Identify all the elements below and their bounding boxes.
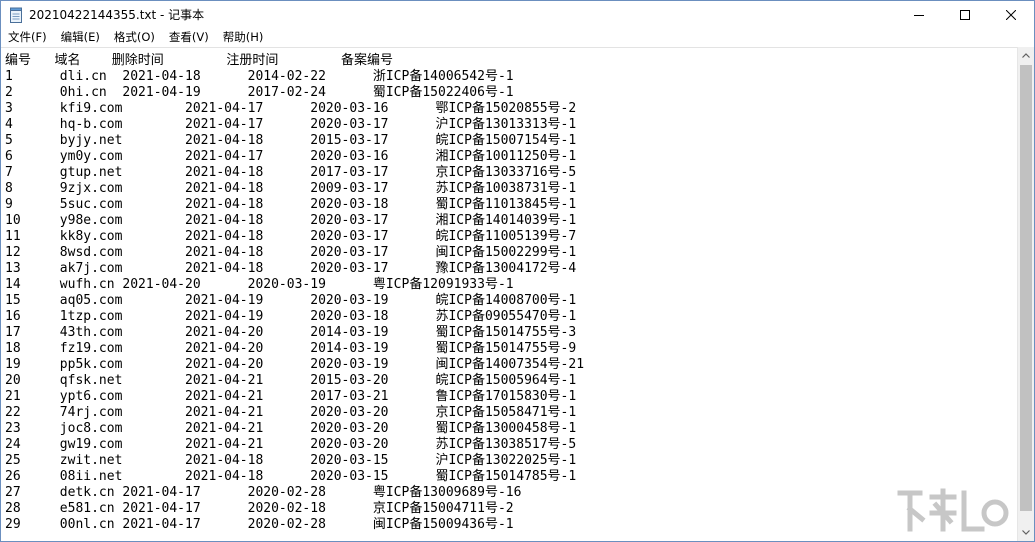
text-line[interactable]: 28 e581.cn 2021-04-17 2020-02-18 京ICP备15… bbox=[5, 501, 584, 517]
text-line[interactable]: 17 43th.com 2021-04-20 2014-03-19 蜀ICP备1… bbox=[5, 325, 584, 341]
maximize-icon bbox=[960, 9, 970, 20]
text-line[interactable]: 27 detk.cn 2021-04-17 2020-02-28 粤ICP备13… bbox=[5, 485, 584, 501]
text-line[interactable]: 11 kk8y.com 2021-04-18 2020-03-17 皖ICP备1… bbox=[5, 229, 584, 245]
text-line[interactable]: 26 08ii.net 2021-04-18 2020-03-15 蜀ICP备1… bbox=[5, 469, 584, 485]
text-line[interactable]: 29 00nl.cn 2021-04-17 2020-02-28 闽ICP备15… bbox=[5, 517, 584, 533]
title-bar[interactable]: 20210422144355.txt - 记事本 bbox=[1, 1, 1034, 28]
close-icon bbox=[1006, 9, 1016, 20]
text-line[interactable]: 18 fz19.com 2021-04-20 2014-03-19 蜀ICP备1… bbox=[5, 341, 584, 357]
text-line[interactable]: 12 8wsd.com 2021-04-18 2020-03-17 闽ICP备1… bbox=[5, 245, 584, 261]
menu-view[interactable]: 查看(V) bbox=[162, 28, 216, 47]
text-line[interactable]: 2 0hi.cn 2021-04-19 2017-02-24 蜀ICP备1502… bbox=[5, 85, 584, 101]
text-line[interactable]: 3 kfi9.com 2021-04-17 2020-03-16 鄂ICP备15… bbox=[5, 101, 584, 117]
menu-bar: 文件(F) 编辑(E) 格式(O) 查看(V) 帮助(H) bbox=[1, 28, 1034, 47]
minimize-icon bbox=[914, 14, 924, 16]
scroll-up-arrow-icon bbox=[1022, 53, 1030, 58]
text-line[interactable]: 24 gw19.com 2021-04-21 2020-03-20 苏ICP备1… bbox=[5, 437, 584, 453]
scroll-down-button[interactable] bbox=[1018, 524, 1034, 541]
notepad-icon[interactable] bbox=[9, 7, 23, 23]
vertical-scrollbar[interactable] bbox=[1017, 47, 1034, 541]
text-line[interactable]: 14 wufh.cn 2021-04-20 2020-03-19 粤ICP备12… bbox=[5, 277, 584, 293]
text-line[interactable]: 22 74rj.com 2021-04-21 2020-03-20 京ICP备1… bbox=[5, 405, 584, 421]
text-line[interactable]: 7 gtup.net 2021-04-18 2017-03-17 京ICP备13… bbox=[5, 165, 584, 181]
scroll-down-arrow-icon bbox=[1022, 530, 1030, 535]
notepad-window: 20210422144355.txt - 记事本 文件(F) 编辑(E) 格式(… bbox=[0, 0, 1035, 542]
text-editor-area[interactable]: 编号 域名 删除时间 注册时间 备案编号 1 dli.cn 2021-04-18 … bbox=[1, 47, 1017, 541]
text-line[interactable]: 6 ym0y.com 2021-04-17 2020-03-16 湘ICP备10… bbox=[5, 149, 584, 165]
text-line[interactable]: 23 joc8.com 2021-04-21 2020-03-20 蜀ICP备1… bbox=[5, 421, 584, 437]
scrollbar-thumb[interactable] bbox=[1020, 65, 1032, 511]
text-line[interactable]: 8 9zjx.com 2021-04-18 2009-03-17 苏ICP备10… bbox=[5, 181, 584, 197]
window-controls bbox=[896, 1, 1034, 28]
text-line[interactable]: 5 byjy.net 2021-04-18 2015-03-17 皖ICP备15… bbox=[5, 133, 584, 149]
text-line[interactable]: 4 hq-b.com 2021-04-17 2020-03-17 沪ICP备13… bbox=[5, 117, 584, 133]
text-line[interactable]: 20 qfsk.net 2021-04-21 2015-03-20 皖ICP备1… bbox=[5, 373, 584, 389]
text-line[interactable]: 1 dli.cn 2021-04-18 2014-02-22 浙ICP备1400… bbox=[5, 69, 584, 85]
scroll-up-button[interactable] bbox=[1018, 47, 1034, 64]
menu-help[interactable]: 帮助(H) bbox=[216, 28, 271, 47]
text-line[interactable]: 15 aq05.com 2021-04-19 2020-03-19 皖ICP备1… bbox=[5, 293, 584, 309]
menu-file[interactable]: 文件(F) bbox=[1, 28, 54, 47]
text-line[interactable]: 编号 域名 删除时间 注册时间 备案编号 bbox=[5, 53, 584, 69]
close-button[interactable] bbox=[988, 1, 1034, 28]
document-text[interactable]: 编号 域名 删除时间 注册时间 备案编号 1 dli.cn 2021-04-18 … bbox=[5, 53, 584, 533]
text-line[interactable]: 19 pp5k.com 2021-04-20 2020-03-19 闽ICP备1… bbox=[5, 357, 584, 373]
text-line[interactable]: 16 1tzp.com 2021-04-19 2020-03-18 苏ICP备0… bbox=[5, 309, 584, 325]
text-line[interactable]: 10 y98e.com 2021-04-18 2020-03-17 湘ICP备1… bbox=[5, 213, 584, 229]
menu-edit[interactable]: 编辑(E) bbox=[54, 28, 107, 47]
minimize-button[interactable] bbox=[896, 1, 942, 28]
text-line[interactable]: 9 5suc.com 2021-04-18 2020-03-18 蜀ICP备11… bbox=[5, 197, 584, 213]
menu-format[interactable]: 格式(O) bbox=[107, 28, 162, 47]
window-title: 20210422144355.txt - 记事本 bbox=[29, 8, 205, 22]
text-line[interactable]: 13 ak7j.com 2021-04-18 2020-03-17 豫ICP备1… bbox=[5, 261, 584, 277]
maximize-button[interactable] bbox=[942, 1, 988, 28]
text-line[interactable]: 25 zwit.net 2021-04-18 2020-03-15 沪ICP备1… bbox=[5, 453, 584, 469]
text-line[interactable]: 21 ypt6.com 2021-04-21 2017-03-21 鲁ICP备1… bbox=[5, 389, 584, 405]
